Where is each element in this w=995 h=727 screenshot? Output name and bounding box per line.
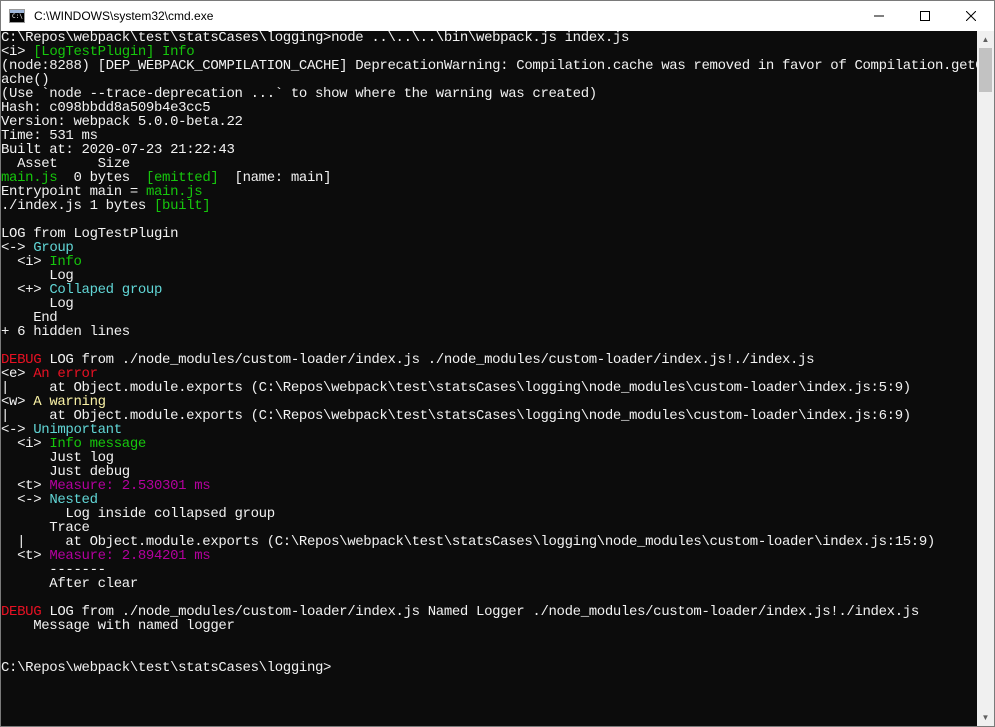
console-line: <i> Info	[1, 255, 977, 269]
console-line: Just debug	[1, 465, 977, 479]
console-line: <t> Measure: 2.530301 ms	[1, 479, 977, 493]
console-line: <w> A warning	[1, 395, 977, 409]
console-text: | at Object.module.exports (C:\Repos\web…	[1, 380, 911, 396]
console-text: Message with named logger	[1, 618, 235, 634]
console-line: DEBUG LOG from ./node_modules/custom-loa…	[1, 353, 977, 367]
maximize-icon	[920, 11, 930, 21]
console-line: DEBUG LOG from ./node_modules/custom-loa…	[1, 605, 977, 619]
console-line: Entrypoint main = main.js	[1, 185, 977, 199]
console-line: LOG from LogTestPlugin	[1, 227, 977, 241]
console-line: <-> Nested	[1, 493, 977, 507]
scroll-down-arrow-icon[interactable]: ▼	[977, 709, 994, 726]
scrollbar-thumb[interactable]	[979, 48, 992, 92]
console-line: <-> Unimportant	[1, 423, 977, 437]
console-line: Asset Size	[1, 157, 977, 171]
console-line: ./index.js 1 bytes [built]	[1, 199, 977, 213]
console-line: After clear	[1, 577, 977, 591]
console-text: After clear	[1, 576, 138, 592]
console-line: | at Object.module.exports (C:\Repos\web…	[1, 409, 977, 423]
close-button[interactable]	[948, 1, 994, 31]
console-line: Just log	[1, 451, 977, 465]
title-bar[interactable]: C:\ C:\WINDOWS\system32\cmd.exe	[1, 1, 994, 31]
console-text: [name: main]	[218, 170, 332, 186]
console-output[interactable]: C:\Repos\webpack\test\statsCases\logging…	[1, 31, 977, 726]
console-line: <i> [LogTestPlugin] Info	[1, 45, 977, 59]
close-icon	[966, 11, 976, 21]
console-line: <e> An error	[1, 367, 977, 381]
console-text: [built]	[153, 198, 211, 214]
console-line: <t> Measure: 2.894201 ms	[1, 549, 977, 563]
vertical-scrollbar[interactable]: ▲ ▼	[977, 31, 994, 726]
console-line: (Use `node --trace-deprecation ...` to s…	[1, 87, 977, 101]
console-line: Version: webpack 5.0.0-beta.22	[1, 115, 977, 129]
console-line: -------	[1, 563, 977, 577]
console-line: ache()	[1, 73, 977, 87]
console-text: | at Object.module.exports (C:\Repos\web…	[1, 408, 911, 424]
cmd-window: C:\ C:\WINDOWS\system32\cmd.exe C:\Repos…	[0, 0, 995, 727]
cmd-app-icon[interactable]: C:\	[9, 9, 25, 23]
console-line: C:\Repos\webpack\test\statsCases\logging…	[1, 661, 977, 675]
console-text: (node:8288) [DEP_WEBPACK_COMPILATION_CAC…	[1, 58, 977, 74]
minimize-icon	[874, 15, 884, 17]
console-text: ./index.js 1 bytes	[1, 198, 154, 214]
console-line: <+> Collaped group	[1, 283, 977, 297]
console-line: | at Object.module.exports (C:\Repos\web…	[1, 381, 977, 395]
console-text: LOG from ./node_modules/custom-loader/in…	[41, 352, 815, 368]
minimize-button[interactable]	[856, 1, 902, 31]
console-line: main.js 0 bytes [emitted] [name: main]	[1, 171, 977, 185]
console-line: Built at: 2020-07-23 21:22:43	[1, 143, 977, 157]
console-line: <-> Group	[1, 241, 977, 255]
console-line: End	[1, 311, 977, 325]
console-text: + 6 hidden lines	[1, 324, 130, 340]
console-line: <i> Info message	[1, 437, 977, 451]
console-text: C:\Repos\webpack\test\statsCases\logging…	[1, 660, 332, 676]
maximize-button[interactable]	[902, 1, 948, 31]
console-line: C:\Repos\webpack\test\statsCases\logging…	[1, 31, 977, 45]
console-line: (node:8288) [DEP_WEBPACK_COMPILATION_CAC…	[1, 59, 977, 73]
console-line: + 6 hidden lines	[1, 325, 977, 339]
scroll-up-arrow-icon[interactable]: ▲	[977, 31, 994, 48]
console-text: 21:22:43	[170, 142, 235, 158]
console-line: Log	[1, 269, 977, 283]
console-line: Log inside collapsed group	[1, 507, 977, 521]
console-line: Trace	[1, 521, 977, 535]
console-line: Message with named logger	[1, 619, 977, 633]
console-line: Hash: c098bbdd8a509b4e3cc5	[1, 101, 977, 115]
window-controls	[856, 1, 994, 31]
console-line: Log	[1, 297, 977, 311]
cmd-icon-label: C:\	[12, 13, 23, 20]
window-title: C:\WINDOWS\system32\cmd.exe	[34, 9, 214, 23]
console-line: Time: 531 ms	[1, 129, 977, 143]
console-line: | at Object.module.exports (C:\Repos\web…	[1, 535, 977, 549]
